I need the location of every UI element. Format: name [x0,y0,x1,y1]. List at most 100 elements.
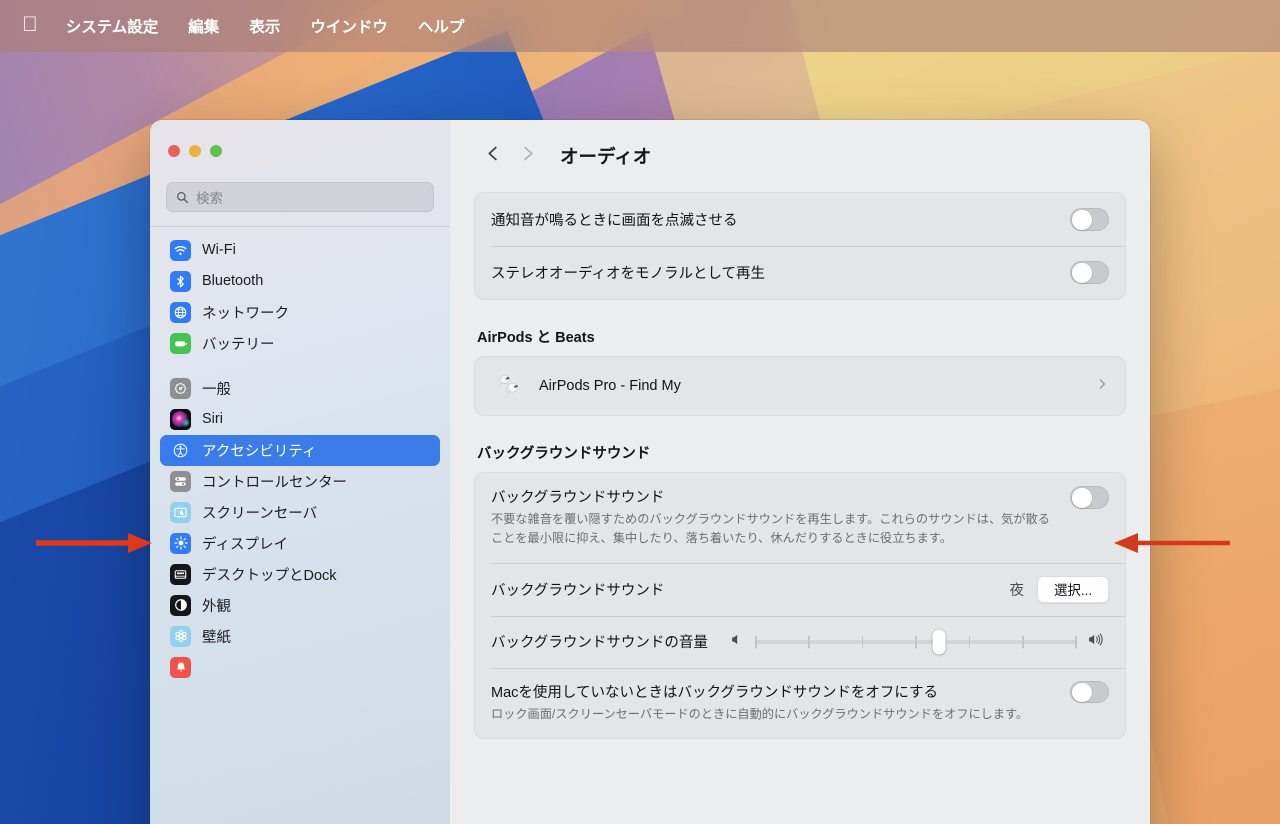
airpods-card: AirPods Pro - Find My [474,356,1126,416]
screensaver-icon [170,501,191,523]
menu-item-edit[interactable]: 編集 [188,15,219,37]
section-heading-background-sounds: バックグラウンドサウンド [477,446,651,462]
control-center-icon [170,470,191,492]
menu-item-help[interactable]: ヘルプ [418,15,465,37]
wifi-icon [170,239,191,261]
zoom-button[interactable] [210,145,222,157]
row-airpods-pro[interactable]: AirPods Pro - Find My [475,357,1125,415]
menu-bar:  システム設定 編集 表示 ウインドウ ヘルプ [0,0,1280,52]
appearance-icon [170,594,191,616]
row-title: バックグラウンドサウンド [491,490,665,506]
general-gear-icon [170,377,191,399]
sidebar-item-wallpaper[interactable]: 壁紙 [160,621,440,652]
network-icon [170,301,191,323]
menu-item-view[interactable]: 表示 [249,15,280,37]
chevron-right-icon [1095,377,1109,396]
sidebar-item-label: Wi-Fi [202,242,236,258]
search-placeholder: 検索 [196,191,223,206]
sidebar-list: Wi-Fi Bluetooth ネットワーク バッテリー 一般 Siri アクセ… [150,227,450,824]
sidebar-item-accessibility[interactable]: アクセシビリティ [160,434,440,466]
row-background-sound-volume: バックグラウンドサウンドの音量 [475,615,1125,668]
sidebar-item-label: コントロールセンター [202,474,347,491]
audio-options-card: 通知音が鳴るときに画面を点滅させる ステレオオーディオをモノラルとして再生 [474,192,1126,300]
sidebar-item-network[interactable]: ネットワーク [160,297,440,328]
sidebar-item-display[interactable]: ディスプレイ [160,528,440,559]
sidebar-item-bluetooth[interactable]: Bluetooth [160,266,440,297]
arrow-pointing-to-background-sound-toggle [1110,530,1232,561]
row-label: ステレオオーディオをモノラルとして再生 [491,266,766,282]
sidebar-item-label: デスクトップとDock [202,567,337,584]
sidebar-item-general[interactable]: 一般 [160,373,440,404]
chevron-right-icon [518,144,537,168]
speaker-low-icon [730,632,745,652]
back-button[interactable] [476,139,510,173]
close-button[interactable] [168,145,180,157]
background-sounds-card: バックグラウンドサウンド 不要な雑音を覆い隠すためのバックグラウンドサウンドを再… [474,472,1126,739]
pane-header: オーディオ [450,120,1150,192]
main-pane: オーディオ 通知音が鳴るときに画面を点滅させる ステレオオーディオをモノラルとし… [450,120,1150,824]
sidebar-item-label: アクセシビリティ [202,443,317,460]
selected-sound-value: 夜 [1009,582,1025,599]
apple-logo-icon[interactable]:  [22,14,38,35]
accessibility-icon [170,439,191,461]
sidebar-item-control-center[interactable]: コントロールセンター [160,466,440,497]
siri-icon [170,408,191,430]
row-flash-screen-on-alert[interactable]: 通知音が鳴るときに画面を点滅させる [475,193,1125,246]
sidebar-item-wifi[interactable]: Wi-Fi [160,235,440,266]
sidebar-item-label: ネットワーク [202,305,289,322]
airpods-label: AirPods Pro - Find My [539,378,681,394]
desktop-dock-icon [170,563,191,585]
volume-slider[interactable] [754,629,1077,655]
search-icon [176,191,189,204]
background-sounds-toggle[interactable] [1070,486,1109,509]
sidebar-item-label: Siri [202,411,223,427]
sidebar-item-label: Bluetooth [202,273,264,289]
window-controls [150,120,450,182]
sidebar-item-label: 一般 [202,381,231,398]
mono-audio-toggle[interactable] [1070,261,1109,284]
sidebar-group-connectivity: Wi-Fi Bluetooth ネットワーク バッテリー [160,235,440,359]
page-title: オーディオ [560,146,652,167]
sidebar-item-label: ディスプレイ [202,536,288,553]
sidebar-item-partial-below[interactable] [160,652,440,683]
menu-item-system-settings[interactable]: システム設定 [66,15,159,37]
row-background-sounds-enable[interactable]: バックグラウンドサウンド 不要な雑音を覆い隠すためのバックグラウンドサウンドを再… [475,473,1125,563]
sidebar: 検索 Wi-Fi Bluetooth ネットワーク バッテリー 一般 Siri … [150,120,450,824]
sidebar-item-label: 壁紙 [202,629,231,646]
volume-slider-thumb[interactable] [932,629,945,655]
row-turn-off-when-mac-idle[interactable]: Macを使用していないときはバックグラウンドサウンドをオフにする ロック画面/ス… [475,667,1125,738]
menu-item-window[interactable]: ウインドウ [310,15,388,37]
arrow-pointing-to-accessibility-sidebar-item [34,530,154,561]
system-settings-window: 検索 Wi-Fi Bluetooth ネットワーク バッテリー 一般 Siri … [150,120,1150,824]
sidebar-item-battery[interactable]: バッテリー [160,328,440,359]
turn-off-when-idle-toggle[interactable] [1070,680,1109,704]
sidebar-item-appearance[interactable]: 外観 [160,590,440,621]
row-label: バックグラウンドサウンドの音量 [491,635,708,652]
row-background-sound-choice[interactable]: バックグラウンドサウンド 夜 選択... [475,562,1125,616]
row-label: バックグラウンドサウンド [491,582,665,599]
row-label: 通知音が鳴るときに画面を点滅させる [491,213,738,229]
sidebar-item-label: 外観 [202,598,231,615]
sidebar-item-screensaver[interactable]: スクリーンセーバ [160,497,440,528]
row-play-stereo-as-mono[interactable]: ステレオオーディオをモノラルとして再生 [475,246,1125,299]
display-icon [170,532,191,554]
sidebar-item-label: スクリーンセーバ [202,505,318,522]
battery-icon [170,332,191,354]
search-input[interactable]: 検索 [166,182,434,212]
slider-ticks [754,635,1077,649]
sidebar-group-system: 一般 Siri アクセシビリティ コントロールセンター スクリーンセーバ ディス… [160,373,440,683]
forward-button[interactable] [510,139,544,173]
sidebar-item-desktop-and-dock[interactable]: デスクトップとDock [160,559,440,590]
choose-sound-button[interactable]: 選択... [1037,575,1109,603]
minimize-button[interactable] [189,145,201,157]
notifications-icon [170,656,191,678]
section-heading-airpods: AirPods と Beats [477,330,595,346]
chevron-left-icon [484,144,503,168]
flash-screen-toggle[interactable] [1070,208,1109,231]
row-description: ロック画面/スクリーンセーバモードのときに自動的にバックグラウンドサウンドをオフ… [491,706,1029,721]
airpods-pro-icon [491,372,531,400]
row-title: Macを使用していないときはバックグラウンドサウンドをオフにする [491,684,939,701]
wallpaper-icon [170,625,191,647]
row-description: 不要な雑音を覆い隠すためのバックグラウンドサウンドを再生します。これらのサウンド… [491,512,1050,546]
sidebar-item-siri[interactable]: Siri [160,404,440,435]
